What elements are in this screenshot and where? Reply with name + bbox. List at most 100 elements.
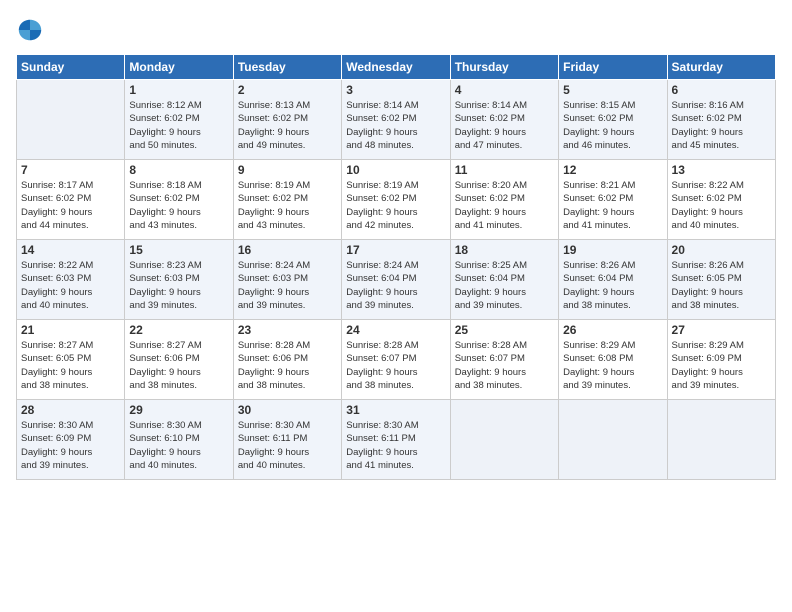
day-info: Sunrise: 8:25 AMSunset: 6:04 PMDaylight:…: [455, 259, 554, 312]
calendar-cell: 16 Sunrise: 8:24 AMSunset: 6:03 PMDayligh…: [233, 240, 341, 320]
day-info: Sunrise: 8:26 AMSunset: 6:04 PMDaylight:…: [563, 259, 662, 312]
day-info: Sunrise: 8:27 AMSunset: 6:06 PMDaylight:…: [129, 339, 228, 392]
day-number: 11: [455, 163, 554, 177]
day-number: 17: [346, 243, 445, 257]
calendar-cell: 23 Sunrise: 8:28 AMSunset: 6:06 PMDayligh…: [233, 320, 341, 400]
day-info: Sunrise: 8:24 AMSunset: 6:04 PMDaylight:…: [346, 259, 445, 312]
calendar-cell: 27Sunrise: 8:29 AMSunset: 6:09 PMDayligh…: [667, 320, 775, 400]
day-number: 14: [21, 243, 120, 257]
weekday-header-wednesday: Wednesday: [342, 55, 450, 80]
calendar: SundayMondayTuesdayWednesdayThursdayFrid…: [16, 54, 776, 480]
calendar-cell: 13 Sunrise: 8:22 AMSunset: 6:02 PMDayligh…: [667, 160, 775, 240]
day-number: 21: [21, 323, 120, 337]
calendar-cell: 24 Sunrise: 8:28 AMSunset: 6:07 PMDayligh…: [342, 320, 450, 400]
day-number: 20: [672, 243, 771, 257]
day-info: Sunrise: 8:14 AMSunset: 6:02 PMDaylight:…: [455, 99, 554, 152]
day-number: 12: [563, 163, 662, 177]
calendar-cell: 14 Sunrise: 8:22 AMSunset: 6:03 PMDayligh…: [17, 240, 125, 320]
calendar-cell: 4 Sunrise: 8:14 AMSunset: 6:02 PMDaylight…: [450, 80, 558, 160]
calendar-cell: 8 Sunrise: 8:18 AMSunset: 6:02 PMDaylight…: [125, 160, 233, 240]
day-number: 9: [238, 163, 337, 177]
calendar-cell: 20Sunrise: 8:26 AMSunset: 6:05 PMDayligh…: [667, 240, 775, 320]
day-number: 7: [21, 163, 120, 177]
day-info: Sunrise: 8:15 AMSunset: 6:02 PMDaylight:…: [563, 99, 662, 152]
day-number: 15: [129, 243, 228, 257]
weekday-header-row: SundayMondayTuesdayWednesdayThursdayFrid…: [17, 55, 776, 80]
calendar-cell: 30 Sunrise: 8:30 AMSunset: 6:11 PMDayligh…: [233, 400, 341, 480]
logo: [16, 16, 48, 44]
day-number: 3: [346, 83, 445, 97]
day-number: 26: [563, 323, 662, 337]
day-info: Sunrise: 8:30 AMSunset: 6:11 PMDaylight:…: [238, 419, 337, 472]
day-number: 24: [346, 323, 445, 337]
day-number: 28: [21, 403, 120, 417]
day-info: Sunrise: 8:28 AMSunset: 6:06 PMDaylight:…: [238, 339, 337, 392]
day-info: Sunrise: 8:22 AMSunset: 6:02 PMDaylight:…: [672, 179, 771, 232]
day-number: 23: [238, 323, 337, 337]
day-info: Sunrise: 8:12 AMSunset: 6:02 PMDaylight:…: [129, 99, 228, 152]
calendar-cell: [450, 400, 558, 480]
day-info: Sunrise: 8:20 AMSunset: 6:02 PMDaylight:…: [455, 179, 554, 232]
day-info: Sunrise: 8:23 AMSunset: 6:03 PMDaylight:…: [129, 259, 228, 312]
day-info: Sunrise: 8:24 AMSunset: 6:03 PMDaylight:…: [238, 259, 337, 312]
day-info: Sunrise: 8:19 AMSunset: 6:02 PMDaylight:…: [238, 179, 337, 232]
calendar-cell: 26 Sunrise: 8:29 AMSunset: 6:08 PMDayligh…: [559, 320, 667, 400]
day-info: Sunrise: 8:29 AMSunset: 6:08 PMDaylight:…: [563, 339, 662, 392]
calendar-cell: [667, 400, 775, 480]
weekday-header-sunday: Sunday: [17, 55, 125, 80]
calendar-cell: 1 Sunrise: 8:12 AMSunset: 6:02 PMDaylight…: [125, 80, 233, 160]
day-info: Sunrise: 8:28 AMSunset: 6:07 PMDaylight:…: [346, 339, 445, 392]
calendar-cell: 3 Sunrise: 8:14 AMSunset: 6:02 PMDaylight…: [342, 80, 450, 160]
day-info: Sunrise: 8:27 AMSunset: 6:05 PMDaylight:…: [21, 339, 120, 392]
weekday-header-thursday: Thursday: [450, 55, 558, 80]
day-number: 2: [238, 83, 337, 97]
day-info: Sunrise: 8:30 AMSunset: 6:09 PMDaylight:…: [21, 419, 120, 472]
day-number: 19: [563, 243, 662, 257]
calendar-week-2: 14 Sunrise: 8:22 AMSunset: 6:03 PMDayligh…: [17, 240, 776, 320]
weekday-header-saturday: Saturday: [667, 55, 775, 80]
calendar-cell: 22Sunrise: 8:27 AMSunset: 6:06 PMDayligh…: [125, 320, 233, 400]
calendar-cell: [559, 400, 667, 480]
day-info: Sunrise: 8:22 AMSunset: 6:03 PMDaylight:…: [21, 259, 120, 312]
calendar-cell: 15 Sunrise: 8:23 AMSunset: 6:03 PMDayligh…: [125, 240, 233, 320]
calendar-week-3: 21 Sunrise: 8:27 AMSunset: 6:05 PMDayligh…: [17, 320, 776, 400]
calendar-cell: 21 Sunrise: 8:27 AMSunset: 6:05 PMDayligh…: [17, 320, 125, 400]
day-number: 18: [455, 243, 554, 257]
day-info: Sunrise: 8:19 AMSunset: 6:02 PMDaylight:…: [346, 179, 445, 232]
calendar-cell: 28 Sunrise: 8:30 AMSunset: 6:09 PMDayligh…: [17, 400, 125, 480]
calendar-cell: 25 Sunrise: 8:28 AMSunset: 6:07 PMDayligh…: [450, 320, 558, 400]
calendar-cell: 31 Sunrise: 8:30 AMSunset: 6:11 PMDayligh…: [342, 400, 450, 480]
day-info: Sunrise: 8:30 AMSunset: 6:11 PMDaylight:…: [346, 419, 445, 472]
day-info: Sunrise: 8:21 AMSunset: 6:02 PMDaylight:…: [563, 179, 662, 232]
calendar-cell: 2Sunrise: 8:13 AMSunset: 6:02 PMDaylight…: [233, 80, 341, 160]
day-number: 25: [455, 323, 554, 337]
day-number: 13: [672, 163, 771, 177]
header: [16, 16, 776, 44]
calendar-cell: 29 Sunrise: 8:30 AMSunset: 6:10 PMDayligh…: [125, 400, 233, 480]
weekday-header-monday: Monday: [125, 55, 233, 80]
calendar-cell: 10 Sunrise: 8:19 AMSunset: 6:02 PMDayligh…: [342, 160, 450, 240]
calendar-week-1: 7Sunrise: 8:17 AMSunset: 6:02 PMDaylight…: [17, 160, 776, 240]
calendar-week-4: 28 Sunrise: 8:30 AMSunset: 6:09 PMDayligh…: [17, 400, 776, 480]
day-number: 1: [129, 83, 228, 97]
day-number: 30: [238, 403, 337, 417]
calendar-cell: 17 Sunrise: 8:24 AMSunset: 6:04 PMDayligh…: [342, 240, 450, 320]
day-info: Sunrise: 8:28 AMSunset: 6:07 PMDaylight:…: [455, 339, 554, 392]
day-number: 29: [129, 403, 228, 417]
day-number: 4: [455, 83, 554, 97]
day-number: 10: [346, 163, 445, 177]
calendar-cell: 6Sunrise: 8:16 AMSunset: 6:02 PMDaylight…: [667, 80, 775, 160]
day-number: 27: [672, 323, 771, 337]
weekday-header-tuesday: Tuesday: [233, 55, 341, 80]
calendar-cell: 9 Sunrise: 8:19 AMSunset: 6:02 PMDaylight…: [233, 160, 341, 240]
day-number: 8: [129, 163, 228, 177]
day-number: 31: [346, 403, 445, 417]
day-number: 16: [238, 243, 337, 257]
day-info: Sunrise: 8:30 AMSunset: 6:10 PMDaylight:…: [129, 419, 228, 472]
day-info: Sunrise: 8:16 AMSunset: 6:02 PMDaylight:…: [672, 99, 771, 152]
day-info: Sunrise: 8:14 AMSunset: 6:02 PMDaylight:…: [346, 99, 445, 152]
day-info: Sunrise: 8:18 AMSunset: 6:02 PMDaylight:…: [129, 179, 228, 232]
calendar-cell: 12 Sunrise: 8:21 AMSunset: 6:02 PMDayligh…: [559, 160, 667, 240]
calendar-cell: [17, 80, 125, 160]
day-number: 5: [563, 83, 662, 97]
